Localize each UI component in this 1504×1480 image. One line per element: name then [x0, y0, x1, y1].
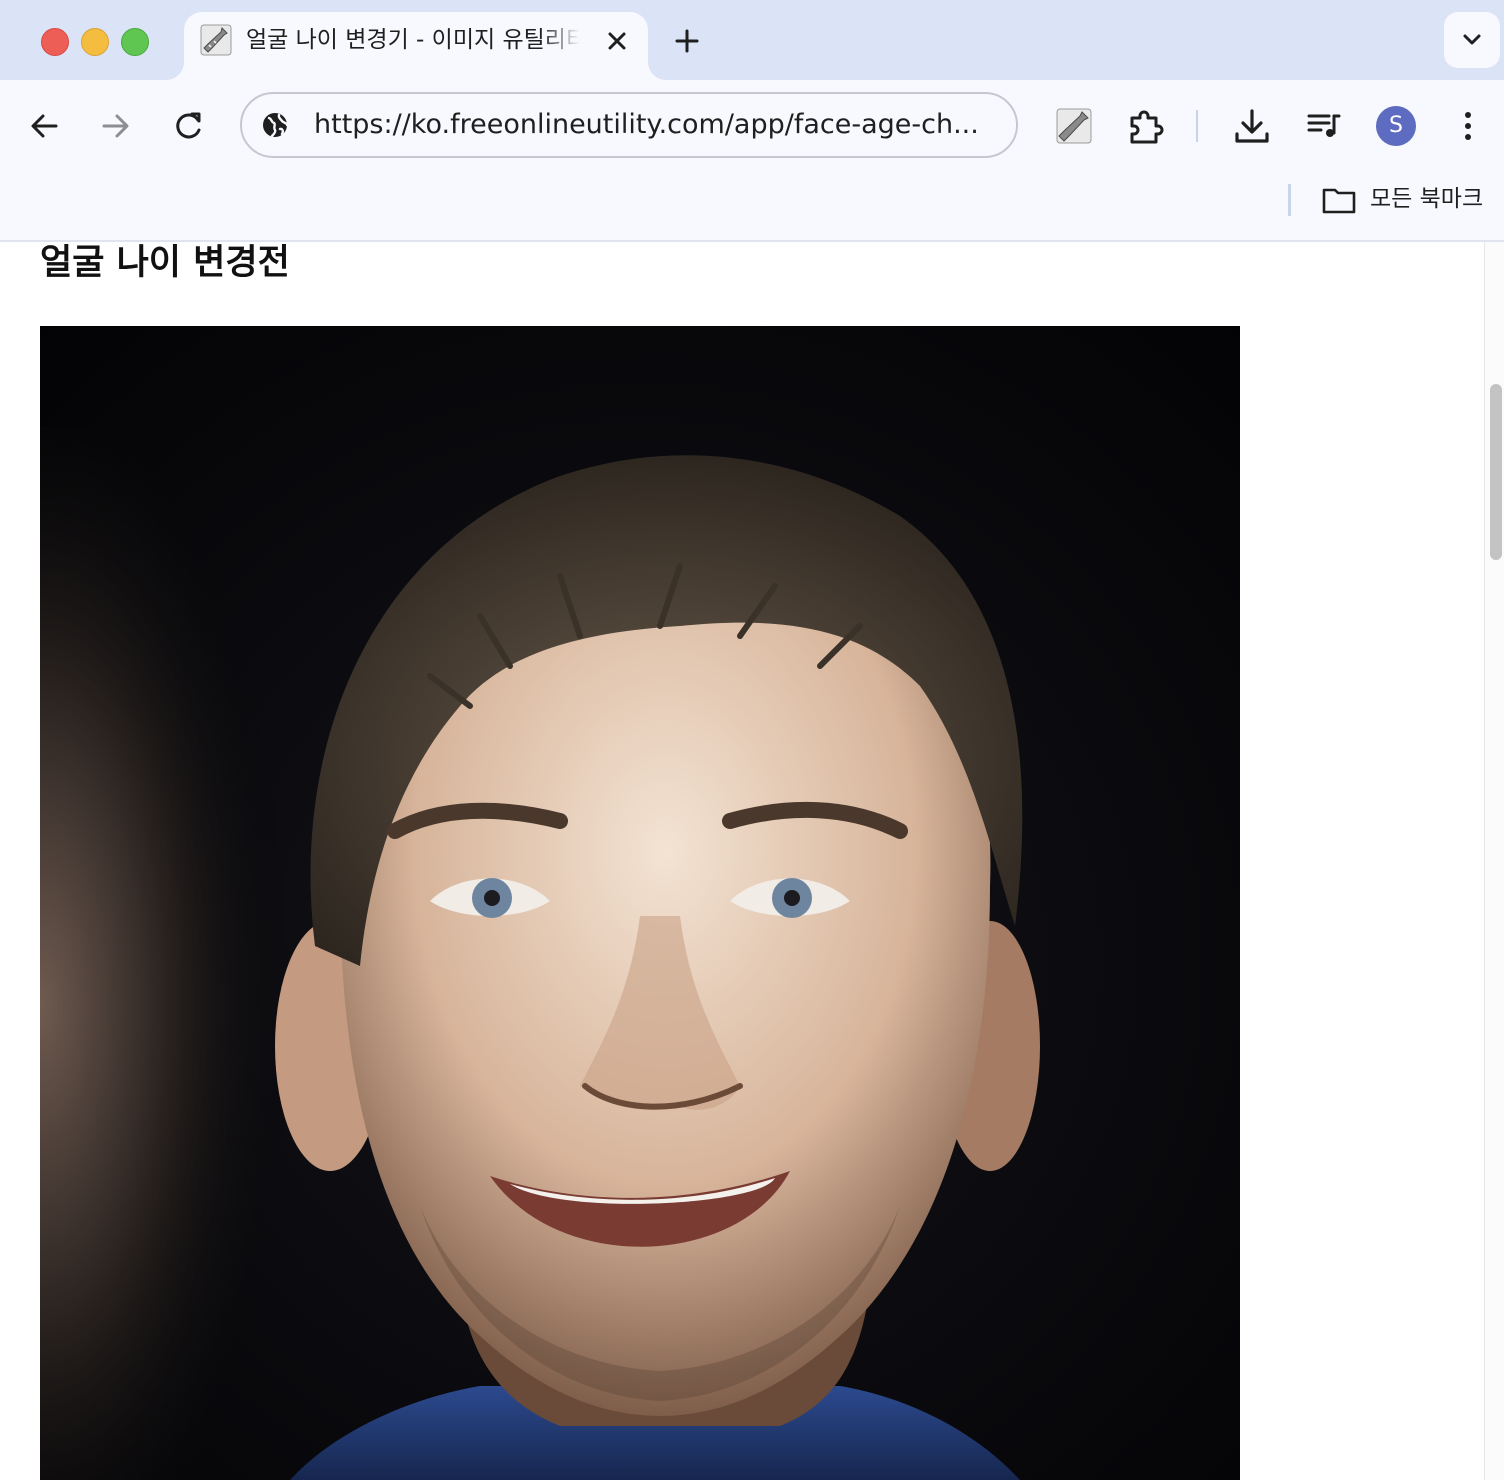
plus-icon[interactable]: [670, 24, 704, 58]
tab-active[interactable]: 얼굴 나이 변경기 - 이미지 유틸리티: [184, 12, 648, 80]
scrollbar[interactable]: [1484, 242, 1504, 1480]
tab-title: 얼굴 나이 변경기 - 이미지 유틸리티: [246, 27, 580, 53]
scrollbar-thumb[interactable]: [1490, 384, 1502, 560]
profile-avatar[interactable]: S: [1376, 106, 1416, 146]
portrait-illustration: [40, 326, 1240, 1480]
bookmarks-divider: [1288, 184, 1291, 216]
playlist-icon[interactable]: [1304, 106, 1344, 146]
minimize-window-button[interactable]: [81, 28, 109, 56]
toolbar-divider: [1196, 110, 1198, 142]
all-bookmarks-label[interactable]: 모든 북마크: [1370, 184, 1483, 214]
page-title: 얼굴 나이 변경전: [40, 243, 290, 283]
reload-icon[interactable]: [168, 106, 208, 146]
bookmarks-bar: 모든 북마크: [0, 172, 1504, 242]
page-content: 얼굴 나이 변경전: [0, 242, 1484, 1480]
toolbar: https://ko.freeonlineutility.com/app/fac…: [0, 80, 1504, 172]
zoom-window-button[interactable]: [121, 28, 149, 56]
url-text[interactable]: https://ko.freeonlineutility.com/app/fac…: [314, 108, 979, 142]
tab-strip: 얼굴 나이 변경기 - 이미지 유틸리티: [0, 0, 1504, 80]
chevron-down-icon: [1463, 34, 1481, 45]
kebab-menu-icon[interactable]: [1448, 106, 1488, 146]
address-bar[interactable]: https://ko.freeonlineutility.com/app/fac…: [240, 92, 1018, 158]
globe-icon[interactable]: [260, 110, 290, 140]
close-window-button[interactable]: [41, 28, 69, 56]
wrench-icon[interactable]: [1054, 106, 1094, 146]
tab-search-button[interactable]: [1444, 12, 1500, 68]
arrow-right-icon[interactable]: [96, 106, 136, 146]
close-icon[interactable]: [602, 26, 632, 56]
folder-icon[interactable]: [1322, 186, 1356, 214]
puzzle-icon[interactable]: [1126, 106, 1166, 146]
portrait-photo: [40, 326, 1240, 1480]
download-icon[interactable]: [1232, 106, 1272, 146]
arrow-left-icon[interactable]: [24, 106, 64, 146]
wrench-icon: [200, 24, 232, 56]
